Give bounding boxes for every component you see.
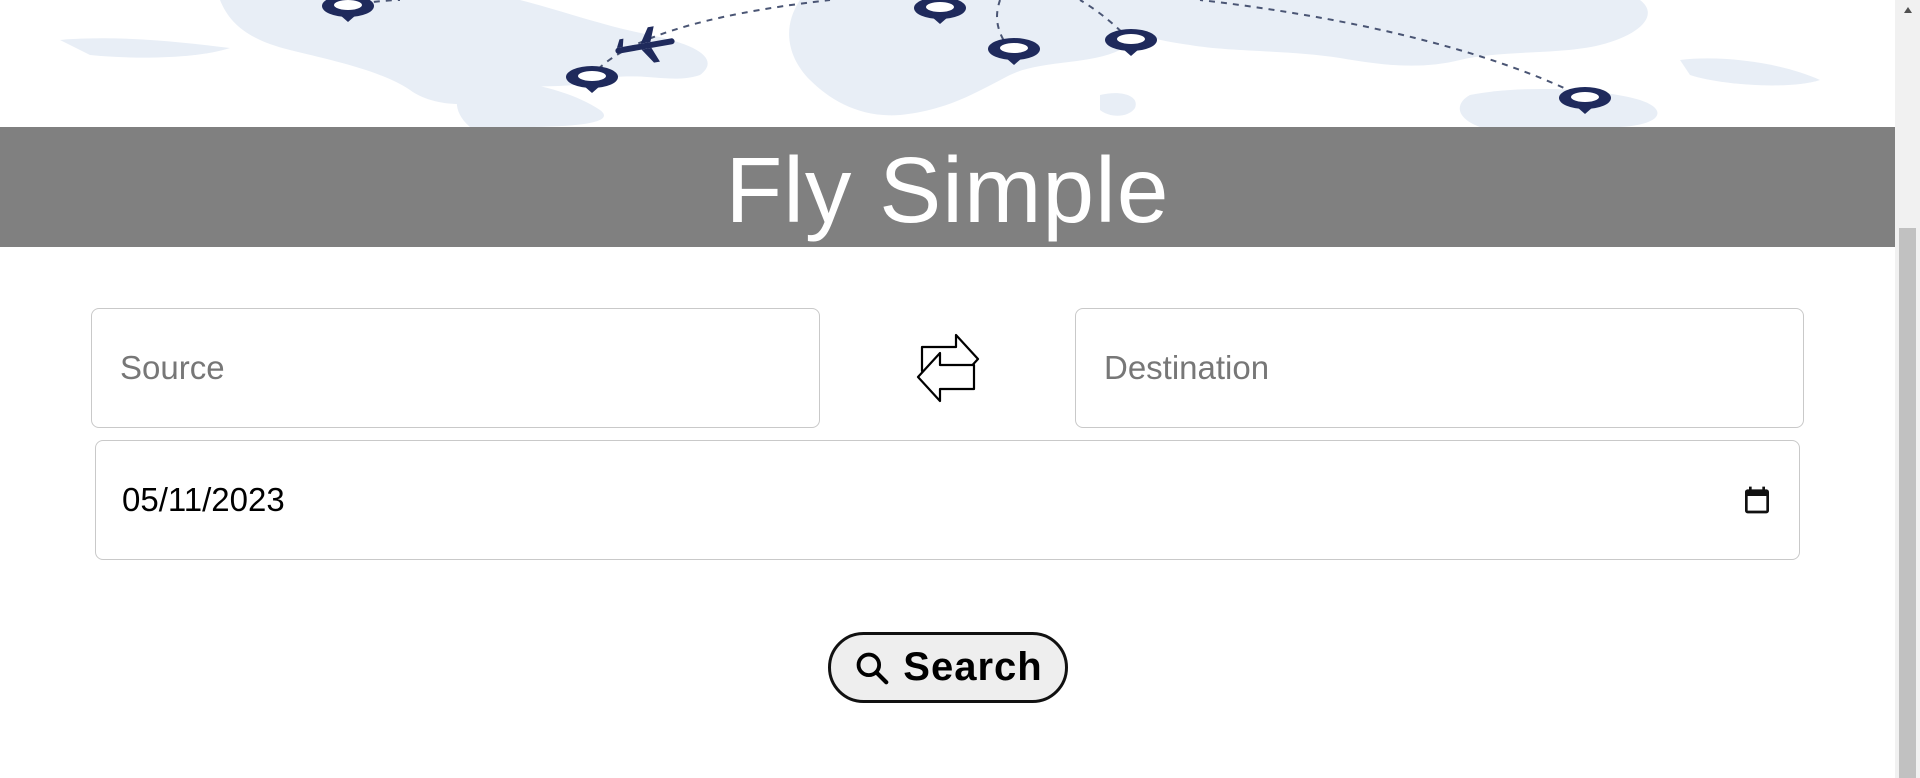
search-button-label: Search bbox=[903, 645, 1043, 689]
search-button[interactable]: Search bbox=[828, 632, 1068, 703]
source-input[interactable] bbox=[118, 348, 793, 388]
date-field[interactable]: 05/11/2023 bbox=[95, 440, 1800, 560]
world-map-illustration bbox=[60, 0, 1820, 127]
destination-field[interactable] bbox=[1075, 308, 1804, 428]
scroll-up-arrow-icon[interactable] bbox=[1895, 0, 1920, 20]
title-banner: Fly Simple bbox=[0, 127, 1895, 247]
swap-locations-button[interactable] bbox=[912, 325, 984, 403]
destination-input[interactable] bbox=[1102, 348, 1777, 388]
date-value[interactable]: 05/11/2023 bbox=[122, 481, 285, 519]
location-pin-icon bbox=[566, 66, 618, 93]
search-icon bbox=[856, 652, 889, 684]
calendar-icon[interactable] bbox=[1741, 484, 1773, 516]
world-map-banner bbox=[0, 0, 1895, 127]
source-field[interactable] bbox=[91, 308, 820, 428]
page-title: Fly Simple bbox=[725, 137, 1170, 242]
page: Fly Simple 05/11/2023 Search bbox=[0, 0, 1895, 778]
scrollbar-thumb[interactable] bbox=[1899, 228, 1916, 778]
vertical-scrollbar[interactable] bbox=[1895, 0, 1920, 778]
swap-arrows-icon bbox=[916, 333, 980, 403]
